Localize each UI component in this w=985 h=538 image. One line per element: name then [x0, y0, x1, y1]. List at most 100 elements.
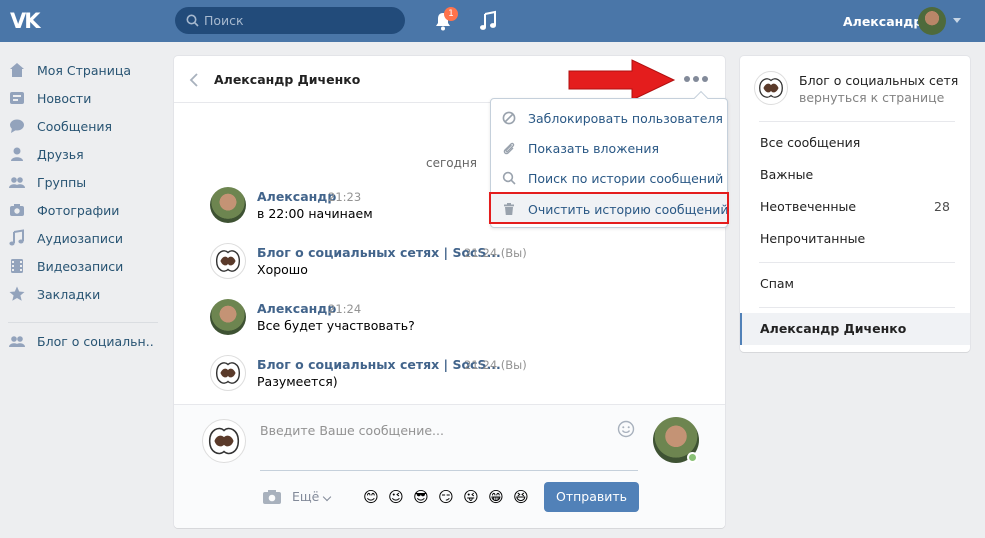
filter-unanswered[interactable]: Неотвеченные 28 — [740, 191, 970, 223]
send-button[interactable]: Отправить — [544, 482, 639, 512]
search-input[interactable]: Поиск — [175, 7, 405, 34]
sidebar-item-label: Аудиозаписи — [37, 230, 123, 246]
emoji-tongue[interactable]: 😜 — [461, 487, 481, 507]
avatar[interactable] — [754, 71, 788, 105]
menu-item-search-history[interactable]: Поиск по истории сообщений — [491, 163, 727, 193]
notification-badge: 1 — [444, 7, 458, 21]
divider — [759, 262, 955, 263]
message-time: 21:24 (Вы) — [464, 358, 527, 372]
avatar[interactable] — [210, 243, 246, 279]
message-item: Александр 21:24 Все будет участвовать? — [210, 299, 690, 343]
menu-item-label: Поиск по истории сообщений — [528, 170, 724, 186]
sidebar-item-bookmarks[interactable]: Закладки — [8, 282, 168, 306]
blog-emblem-icon — [208, 427, 240, 455]
music-note-icon — [9, 229, 24, 246]
message-text: в 22:00 начинаем — [257, 206, 373, 221]
filter-important[interactable]: Важные — [740, 159, 970, 191]
message-input[interactable]: Введите Ваше сообщение... — [260, 417, 638, 471]
smile-icon[interactable] — [617, 420, 635, 438]
sidebar-item-video[interactable]: Видеозаписи — [8, 254, 168, 278]
annotation-highlight-box — [489, 192, 729, 224]
sidebar-item-my-page[interactable]: Моя Страница — [8, 58, 168, 82]
group-icon — [9, 336, 25, 347]
sidebar-item-messages[interactable]: Сообщения — [8, 114, 168, 138]
chevron-down-icon — [322, 492, 332, 502]
emoji-laugh[interactable]: 😆 — [511, 487, 531, 507]
sidebar-item-label: Группы — [37, 174, 87, 190]
header-user-name[interactable]: Александр — [843, 14, 922, 29]
divider — [759, 121, 955, 122]
avatar[interactable] — [210, 299, 246, 335]
online-indicator — [687, 452, 698, 463]
sidebar-item-label: Блог о социальн.. — [37, 333, 154, 349]
filter-all-messages[interactable]: Все сообщения — [740, 127, 970, 159]
right-panel: Блог о социальных сетях вернуться к стра… — [740, 56, 970, 352]
message-item: Блог о социальных сетях | SocS... 21:24 … — [210, 243, 690, 287]
chevron-down-icon[interactable] — [953, 18, 961, 23]
message-author[interactable]: Александр — [257, 189, 336, 204]
divider — [759, 307, 955, 308]
search-icon — [502, 171, 516, 185]
camera-icon[interactable] — [262, 489, 282, 505]
message-time: 21:24 — [328, 302, 362, 316]
sidebar-item-label: Фотографии — [37, 202, 120, 218]
filter-label: Спам — [760, 276, 794, 291]
block-icon — [502, 111, 516, 125]
star-icon — [9, 286, 25, 301]
message-time: 21:24 (Вы) — [464, 246, 527, 260]
top-bar: VK Поиск 1 Александр — [0, 0, 985, 42]
filter-unread[interactable]: Непрочитанные — [740, 223, 970, 255]
menu-item-show-attachments[interactable]: Показать вложения — [491, 133, 727, 163]
sidebar-item-groups[interactable]: Группы — [8, 170, 168, 194]
conversation-label: Александр Диченко — [760, 321, 907, 336]
avatar[interactable] — [210, 187, 246, 223]
avatar[interactable] — [202, 419, 246, 463]
film-icon — [11, 259, 23, 273]
blog-emblem-icon — [759, 78, 783, 98]
messages-icon — [10, 119, 24, 133]
emoji-sunglasses[interactable]: 😎 — [411, 487, 431, 507]
emoji-wink[interactable]: 😉 — [386, 487, 406, 507]
dot-icon — [684, 76, 690, 82]
more-attachments-button[interactable]: Ещё — [292, 489, 319, 504]
chevron-left-icon[interactable] — [188, 72, 200, 88]
sidebar-item-photos[interactable]: Фотографии — [8, 198, 168, 222]
filter-label: Непрочитанные — [760, 231, 866, 246]
sidebar-item-friends[interactable]: Друзья — [8, 142, 168, 166]
search-placeholder: Поиск — [204, 13, 244, 28]
blog-emblem-icon — [215, 250, 241, 272]
filter-label: Важные — [760, 167, 814, 182]
dot-icon — [702, 76, 708, 82]
camera-icon — [10, 204, 24, 216]
vk-logo[interactable]: VK — [10, 8, 44, 34]
day-separator: сегодня — [426, 156, 477, 170]
message-author[interactable]: Александр — [257, 301, 336, 316]
paperclip-icon — [503, 142, 515, 155]
sidebar-item-label: Друзья — [37, 146, 84, 162]
back-to-page-link[interactable]: вернуться к странице — [799, 90, 944, 105]
sidebar-item-label: Новости — [37, 90, 92, 106]
sidebar-item-news[interactable]: Новости — [8, 86, 168, 110]
music-note-icon[interactable] — [478, 10, 498, 32]
more-actions-button[interactable] — [684, 76, 708, 84]
emoji-smirk[interactable]: 😏 — [436, 487, 456, 507]
avatar[interactable] — [210, 355, 246, 391]
emoji-grin[interactable]: 😁 — [486, 487, 506, 507]
conversation-active[interactable]: Александр Диченко — [740, 313, 970, 345]
message-text: Хорошо — [257, 262, 308, 277]
dialog-title[interactable]: Александр Диченко — [214, 72, 360, 87]
sidebar-item-audio[interactable]: Аудиозаписи — [8, 226, 168, 250]
community-title[interactable]: Блог о социальных сетях — [799, 73, 959, 88]
menu-item-block-user[interactable]: Заблокировать пользователя — [491, 103, 727, 133]
menu-item-label: Показать вложения — [528, 140, 659, 156]
emoji-smile[interactable]: 😊 — [361, 487, 381, 507]
sidebar-divider — [8, 322, 158, 323]
header-avatar[interactable] — [918, 7, 946, 35]
message-input-placeholder: Введите Ваше сообщение... — [260, 423, 444, 438]
filter-label: Все сообщения — [760, 135, 861, 150]
sidebar-item-label: Закладки — [37, 286, 101, 302]
sidebar-item-blog[interactable]: Блог о социальн.. — [8, 329, 168, 353]
message-composer: Введите Ваше сообщение... Ещё 😊 😉 😎 😏 😜 … — [174, 404, 725, 528]
message-time: 21:23 — [328, 190, 362, 204]
filter-spam[interactable]: Спам — [740, 268, 970, 300]
